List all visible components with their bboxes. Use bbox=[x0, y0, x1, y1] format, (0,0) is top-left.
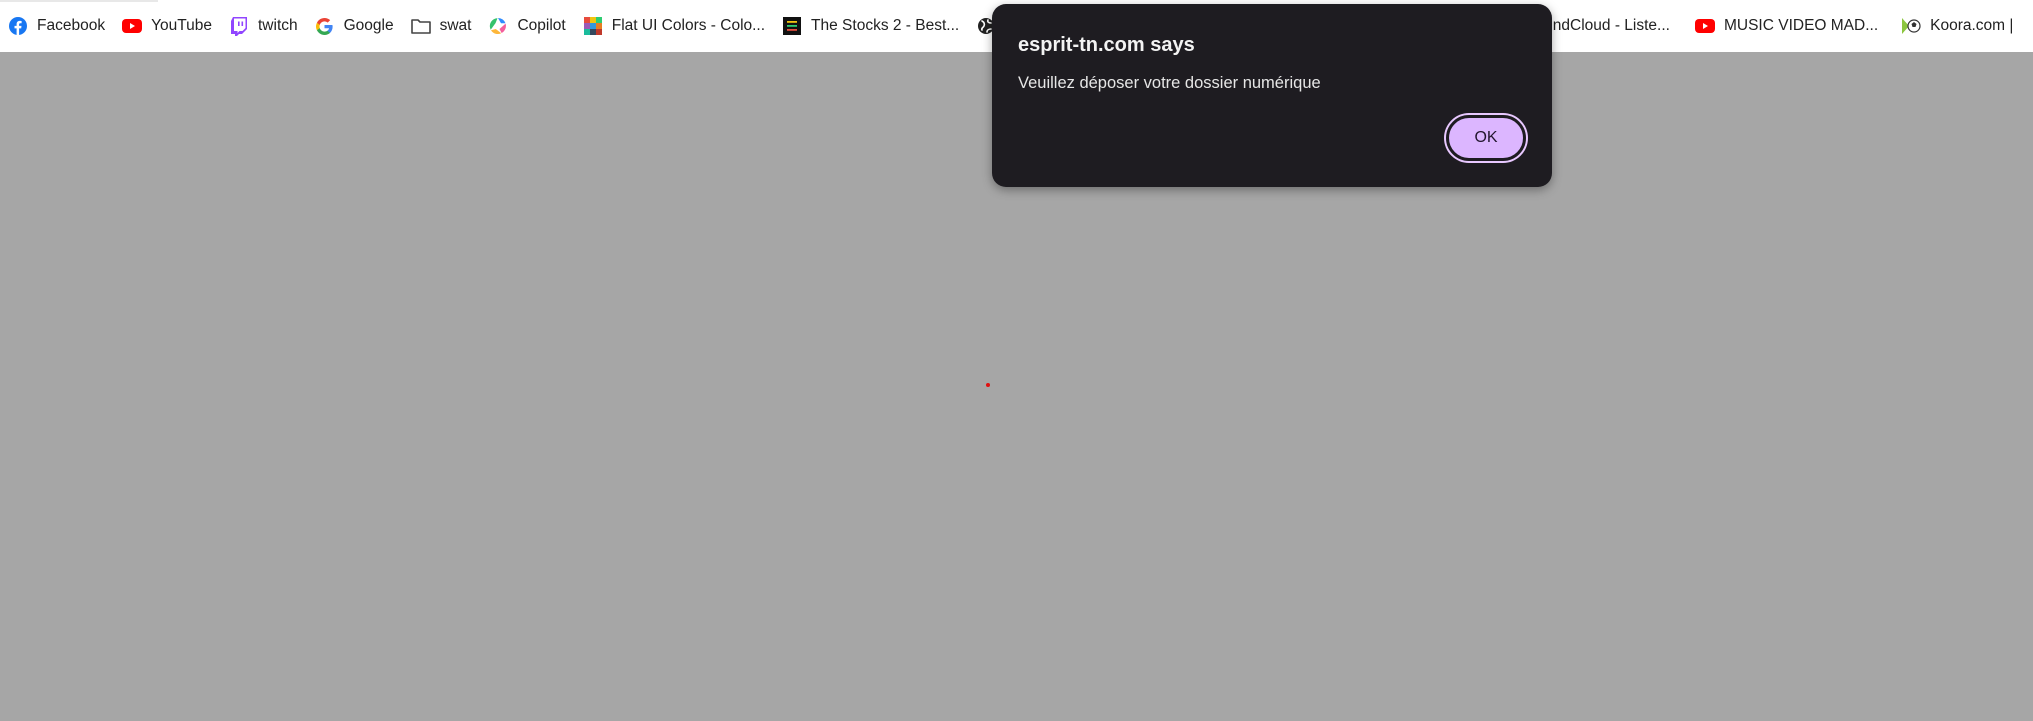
bookmark-folder-swat[interactable]: swat bbox=[403, 8, 479, 44]
bookmark-flat-ui-colors[interactable]: Flat UI Colors - Colo... bbox=[575, 8, 772, 44]
bookmark-label: YouTube bbox=[151, 17, 212, 34]
bookmark-music-video[interactable]: MUSIC VIDEO MAD... bbox=[1687, 8, 1885, 44]
bookmark-google[interactable]: Google bbox=[307, 8, 401, 44]
flat-ui-colors-icon bbox=[583, 16, 603, 36]
bookmark-copilot[interactable]: Copilot bbox=[480, 8, 572, 44]
twitch-icon bbox=[229, 16, 249, 36]
ok-button[interactable]: OK bbox=[1446, 115, 1526, 161]
bookmark-label: Koora.com | bbox=[1930, 17, 2014, 34]
bookmark-label: Copilot bbox=[517, 17, 566, 34]
tab-strip-edge bbox=[0, 0, 158, 2]
bookmark-koora[interactable]: Koora.com | bbox=[1893, 8, 2020, 44]
bookmark-facebook[interactable]: Facebook bbox=[0, 8, 112, 44]
bookmark-the-stocks[interactable]: The Stocks 2 - Best... bbox=[774, 8, 966, 44]
the-stocks-icon bbox=[782, 16, 802, 36]
folder-icon bbox=[410, 16, 431, 36]
dialog-message: Veuillez déposer votre dossier numérique bbox=[1018, 74, 1321, 92]
bookmark-twitch[interactable]: twitch bbox=[221, 8, 305, 44]
youtube-icon bbox=[122, 16, 143, 36]
copilot-icon bbox=[488, 16, 508, 36]
bookmark-label: twitch bbox=[258, 17, 298, 34]
bookmark-label: Facebook bbox=[37, 17, 106, 34]
bookmark-label: Google bbox=[343, 17, 394, 34]
bookmark-label: MUSIC VIDEO MAD... bbox=[1723, 17, 1879, 34]
red-dot-marker bbox=[986, 383, 990, 387]
bookmark-youtube[interactable]: YouTube bbox=[114, 8, 219, 44]
dialog-title: esprit-tn.com says bbox=[1018, 34, 1195, 56]
bookmark-label: The Stocks 2 - Best... bbox=[811, 17, 960, 34]
facebook-icon bbox=[8, 16, 28, 36]
koora-icon bbox=[1901, 16, 1921, 36]
youtube-icon bbox=[1694, 16, 1715, 36]
alert-dialog: esprit-tn.com says Veuillez déposer votr… bbox=[992, 4, 1552, 187]
bookmark-label: swat bbox=[439, 17, 472, 34]
bookmark-label: Flat UI Colors - Colo... bbox=[611, 17, 766, 34]
google-icon bbox=[315, 16, 335, 36]
